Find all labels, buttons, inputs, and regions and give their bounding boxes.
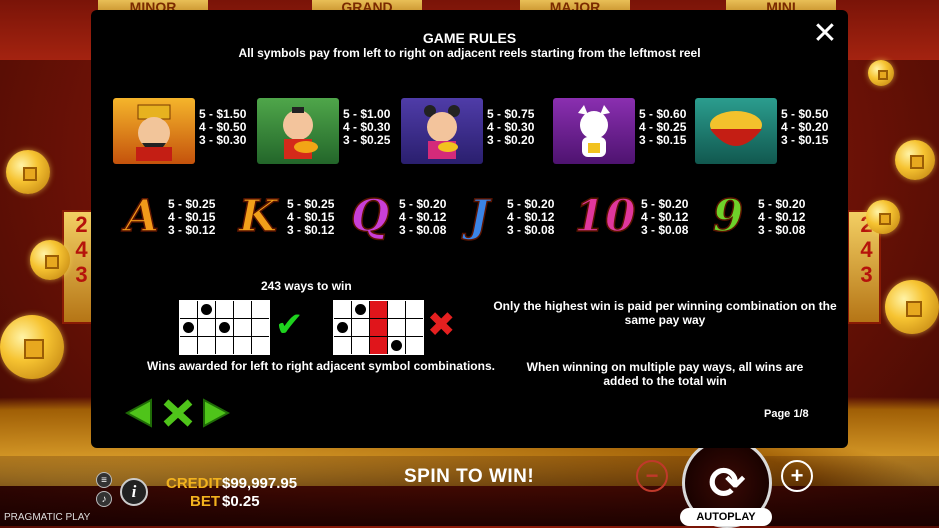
girl-with-gold-icon: [424, 105, 460, 159]
girl-with-gold-symbol: [401, 98, 483, 164]
next-page-button[interactable]: [202, 398, 231, 433]
j-paytable: 5 - $0.20 4 - $0.12 3 - $0.08: [507, 197, 555, 237]
close-rules-button[interactable]: [162, 398, 194, 433]
rule-highest-win: Only the highest win is paid per winning…: [493, 299, 837, 327]
gold-bowl-paytable: 5 - $0.50 4 - $0.20 3 - $0.15: [781, 107, 829, 147]
brand-logo: PRAGMATIC PLAY: [4, 512, 91, 523]
checkmark-icon: ✔: [275, 306, 304, 344]
k-symbol: K: [238, 191, 278, 243]
credit-label: CREDIT: [166, 475, 222, 492]
god-of-wealth-icon: [136, 104, 172, 161]
page-indicator: Page 1/8: [764, 408, 809, 420]
bet-label: BET: [190, 493, 220, 510]
coin-icon: [6, 150, 50, 194]
coin-icon: [885, 280, 939, 334]
lucky-cat-paytable: 5 - $0.60 4 - $0.25 3 - $0.15: [639, 107, 687, 147]
game-rules-panel: ✕ GAME RULES All symbols pay from left t…: [91, 10, 848, 448]
girl-with-gold-paytable: 5 - $0.75 4 - $0.30 3 - $0.20: [487, 107, 535, 147]
ten-symbol: 10: [574, 191, 637, 243]
ways-example-valid: [179, 300, 270, 355]
a-symbol: A: [124, 191, 160, 243]
bet-decrease-button[interactable]: −: [636, 460, 668, 492]
god-of-wealth-paytable: 5 - $1.50 4 - $0.50 3 - $0.30: [199, 107, 247, 147]
ways-example-invalid: [333, 300, 424, 355]
gold-bowl-icon: [710, 111, 762, 146]
bet-value: $0.25: [222, 493, 260, 510]
j-symbol: J: [468, 191, 490, 243]
gold-bowl-symbol: [695, 98, 777, 164]
cross-icon: ✖: [427, 306, 456, 344]
rule-multiple-ways: When winning on multiple pay ways, all w…: [526, 360, 804, 388]
a-paytable: 5 - $0.25 4 - $0.15 3 - $0.12: [168, 197, 216, 237]
spin-arrows-icon: ⟳: [708, 458, 746, 508]
speaker-icon: ♪: [101, 493, 107, 505]
autoplay-label: AUTOPLAY: [696, 511, 756, 523]
previous-page-button[interactable]: [124, 398, 153, 433]
bet-increase-button[interactable]: +: [781, 460, 813, 492]
ways-description: Wins awarded for left to right adjacent …: [147, 359, 495, 373]
menu-button[interactable]: ≡: [96, 472, 112, 488]
coin-icon: [868, 60, 894, 86]
k-paytable: 5 - $0.25 4 - $0.15 3 - $0.12: [287, 197, 335, 237]
spin-prompt: SPIN TO WIN!: [404, 466, 535, 487]
boy-with-fish-paytable: 5 - $1.00 4 - $0.30 3 - $0.25: [343, 107, 391, 147]
sound-button[interactable]: ♪: [96, 491, 112, 507]
god-of-wealth-symbol: [113, 98, 195, 164]
nine-paytable: 5 - $0.20 4 - $0.12 3 - $0.08: [758, 197, 806, 237]
coin-icon: [895, 140, 935, 180]
info-button[interactable]: i: [120, 478, 148, 506]
ten-paytable: 5 - $0.20 4 - $0.12 3 - $0.08: [641, 197, 689, 237]
arrow-right-icon: [203, 398, 231, 428]
boy-with-fish-symbol: [257, 98, 339, 164]
coin-icon: [0, 315, 64, 379]
x-close-icon: [163, 399, 193, 427]
lucky-cat-symbol: [553, 98, 635, 164]
credit-value: $99,997.95: [222, 475, 298, 492]
ways-title: 243 ways to win: [261, 279, 352, 293]
boy-with-fish-icon: [283, 107, 318, 159]
lucky-cat-icon: [578, 105, 610, 157]
coin-icon: [30, 240, 70, 280]
nine-symbol: 9: [712, 191, 744, 243]
autoplay-button[interactable]: AUTOPLAY: [680, 508, 772, 526]
q-paytable: 5 - $0.20 4 - $0.12 3 - $0.08: [399, 197, 447, 237]
q-symbol: Q: [350, 191, 390, 243]
arrow-left-icon: [124, 398, 152, 428]
coin-icon: [866, 200, 900, 234]
menu-icon: ≡: [101, 474, 107, 486]
rules-title: GAME RULES: [422, 30, 517, 46]
rules-subtitle: All symbols pay from left to right on ad…: [238, 46, 701, 60]
